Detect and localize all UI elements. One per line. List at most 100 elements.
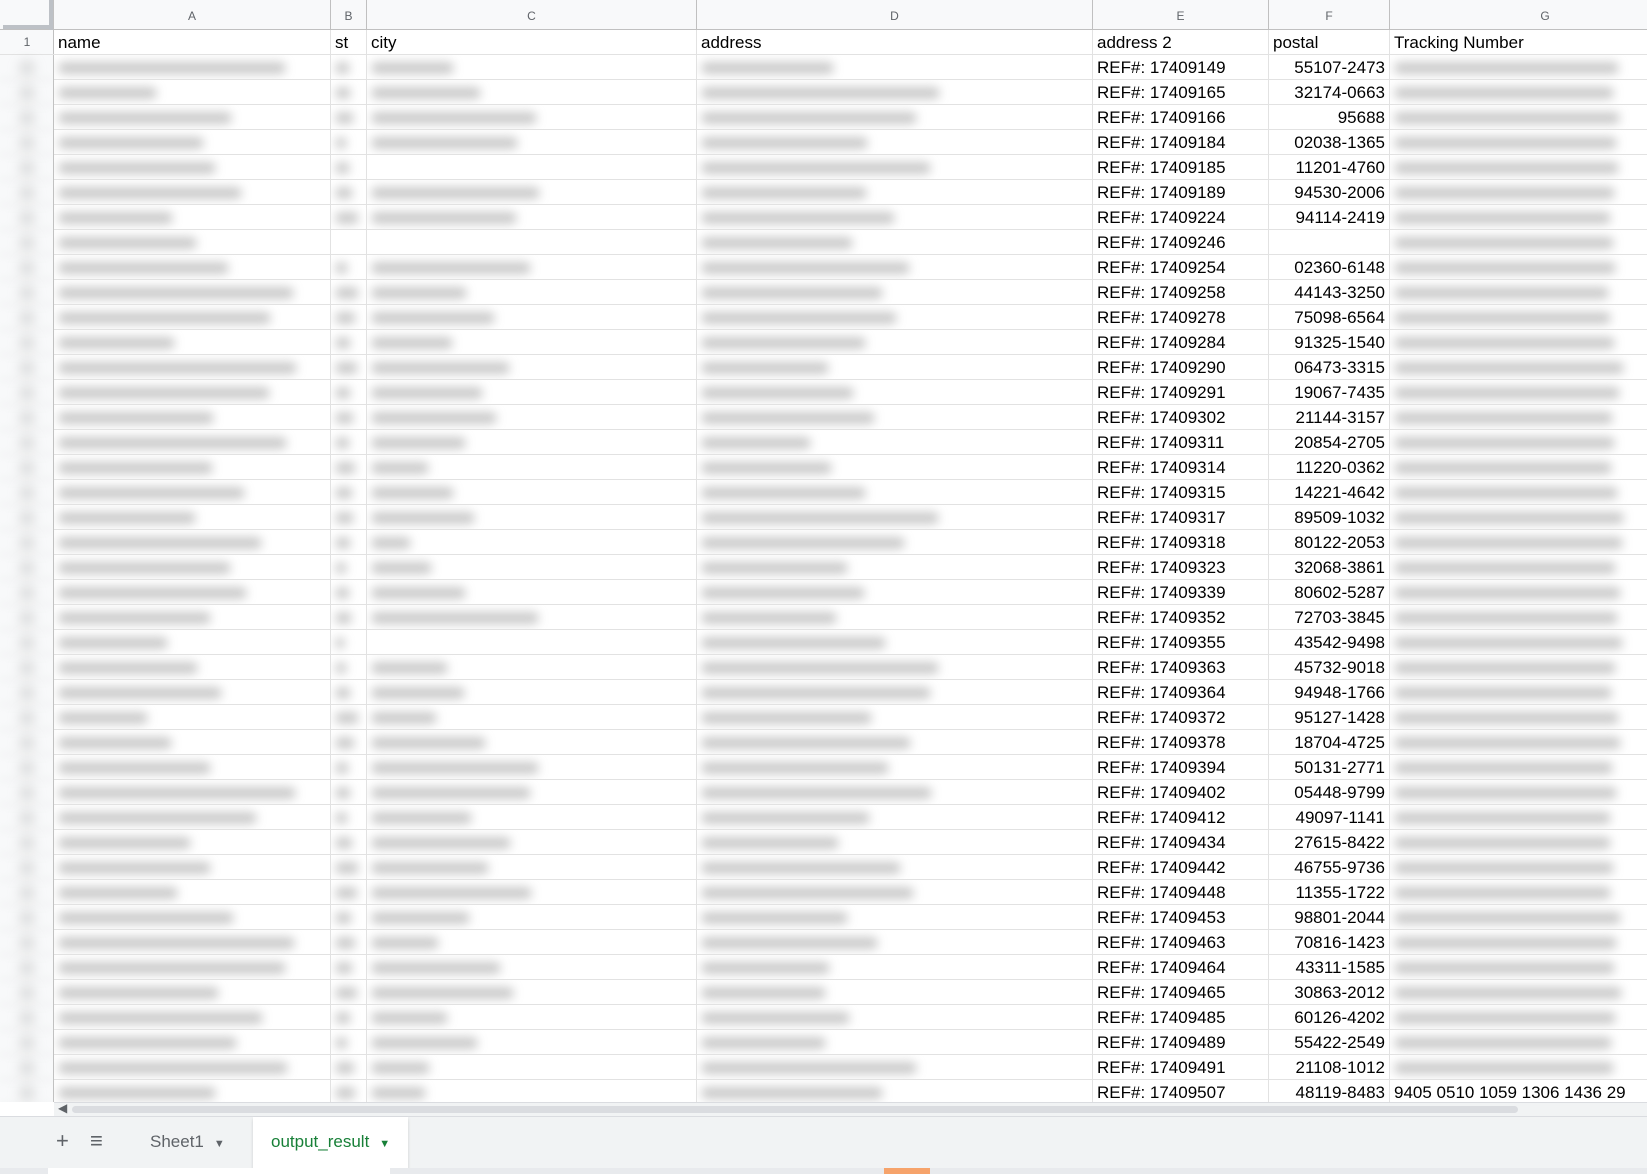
cell[interactable] <box>697 805 1093 830</box>
cell[interactable] <box>697 255 1093 280</box>
column-header-f[interactable]: F <box>1269 0 1390 30</box>
row-header[interactable] <box>0 830 54 855</box>
cell[interactable] <box>331 105 367 130</box>
cell[interactable] <box>697 405 1093 430</box>
cell[interactable] <box>331 405 367 430</box>
cell[interactable]: 32174-0663 <box>1269 80 1390 105</box>
cell[interactable]: 70816-1423 <box>1269 930 1390 955</box>
cell[interactable]: REF#: 17409491 <box>1093 1055 1269 1080</box>
cell[interactable] <box>1390 80 1647 105</box>
row-header[interactable] <box>0 855 54 880</box>
row-header[interactable] <box>0 680 54 705</box>
cell[interactable] <box>54 730 331 755</box>
row-header[interactable] <box>0 430 54 455</box>
cell-area[interactable]: name st city address address 2 postal Tracking… <box>54 30 1647 1102</box>
cell[interactable]: REF#: 17409149 <box>1093 55 1269 80</box>
tab-sheet1[interactable]: Sheet1 ▼ <box>132 1117 243 1169</box>
cell[interactable] <box>367 780 697 805</box>
cell[interactable] <box>331 230 367 255</box>
cell[interactable] <box>1390 1055 1647 1080</box>
cell[interactable] <box>367 880 697 905</box>
cell[interactable] <box>54 330 331 355</box>
cell[interactable] <box>697 205 1093 230</box>
cell[interactable]: REF#: 17409485 <box>1093 1005 1269 1030</box>
cell[interactable]: 11355-1722 <box>1269 880 1390 905</box>
cell[interactable]: REF#: 17409378 <box>1093 730 1269 755</box>
row-header[interactable] <box>0 705 54 730</box>
cell[interactable]: 27615-8422 <box>1269 830 1390 855</box>
horizontal-scrollbar[interactable]: ◀ <box>54 1101 1647 1116</box>
cell[interactable] <box>331 780 367 805</box>
cell[interactable] <box>331 655 367 680</box>
cell[interactable] <box>54 405 331 430</box>
cell[interactable] <box>331 1030 367 1055</box>
cell[interactable] <box>54 655 331 680</box>
cell[interactable] <box>331 155 367 180</box>
header-cell[interactable]: st <box>331 30 367 55</box>
cell[interactable]: 72703-3845 <box>1269 605 1390 630</box>
cell[interactable]: 30863-2012 <box>1269 980 1390 1005</box>
cell[interactable] <box>367 930 697 955</box>
cell[interactable]: REF#: 17409165 <box>1093 80 1269 105</box>
cell[interactable] <box>697 155 1093 180</box>
cell[interactable]: REF#: 17409355 <box>1093 630 1269 655</box>
cell[interactable] <box>1390 305 1647 330</box>
row-header[interactable] <box>0 880 54 905</box>
cell[interactable] <box>1390 730 1647 755</box>
cell[interactable]: REF#: 17409318 <box>1093 530 1269 555</box>
cell[interactable]: REF#: 17409448 <box>1093 880 1269 905</box>
cell[interactable] <box>331 480 367 505</box>
cell[interactable] <box>1390 180 1647 205</box>
cell[interactable] <box>367 155 697 180</box>
cell[interactable] <box>367 730 697 755</box>
cell[interactable] <box>54 680 331 705</box>
select-all-corner[interactable] <box>0 0 54 30</box>
cell[interactable]: 43542-9498 <box>1269 630 1390 655</box>
cell[interactable] <box>1390 55 1647 80</box>
cell[interactable] <box>367 630 697 655</box>
column-header-b[interactable]: B <box>331 0 367 30</box>
cell[interactable] <box>367 605 697 630</box>
row-header[interactable] <box>0 505 54 530</box>
cell[interactable]: 44143-3250 <box>1269 280 1390 305</box>
cell[interactable]: REF#: 17409254 <box>1093 255 1269 280</box>
row-header[interactable] <box>0 1030 54 1055</box>
cell[interactable] <box>331 880 367 905</box>
cell[interactable]: REF#: 17409302 <box>1093 405 1269 430</box>
cell[interactable]: 02038-1365 <box>1269 130 1390 155</box>
cell[interactable] <box>1390 555 1647 580</box>
cell[interactable]: 50131-2771 <box>1269 755 1390 780</box>
cell[interactable] <box>697 655 1093 680</box>
header-cell[interactable]: address <box>697 30 1093 55</box>
cell[interactable] <box>331 1055 367 1080</box>
cell[interactable]: REF#: 17409402 <box>1093 780 1269 805</box>
cell[interactable]: 14221-4642 <box>1269 480 1390 505</box>
row-header[interactable] <box>0 130 54 155</box>
cell[interactable] <box>697 1055 1093 1080</box>
cell[interactable] <box>54 855 331 880</box>
cell[interactable] <box>367 1030 697 1055</box>
cell[interactable]: 21108-1012 <box>1269 1055 1390 1080</box>
cell[interactable] <box>697 1030 1093 1055</box>
spreadsheet-grid[interactable]: ABCDEFG 1 name st city address address 2 post… <box>0 0 1647 1102</box>
cell[interactable] <box>1390 755 1647 780</box>
row-header[interactable] <box>0 105 54 130</box>
cell[interactable] <box>367 830 697 855</box>
row-header[interactable]: 1 <box>0 30 54 55</box>
header-cell[interactable]: name <box>54 30 331 55</box>
cell[interactable] <box>1390 855 1647 880</box>
cell[interactable] <box>1390 930 1647 955</box>
cell[interactable]: REF#: 17409434 <box>1093 830 1269 855</box>
row-header[interactable] <box>0 280 54 305</box>
cell[interactable] <box>367 755 697 780</box>
row-header[interactable] <box>0 355 54 380</box>
cell[interactable]: REF#: 17409453 <box>1093 905 1269 930</box>
cell[interactable] <box>697 1080 1093 1102</box>
cell[interactable] <box>367 655 697 680</box>
cell[interactable] <box>331 455 367 480</box>
row-header[interactable] <box>0 380 54 405</box>
cell[interactable]: 48119-8483 <box>1269 1080 1390 1102</box>
cell[interactable] <box>54 1005 331 1030</box>
cell[interactable] <box>1390 605 1647 630</box>
cell[interactable] <box>54 155 331 180</box>
